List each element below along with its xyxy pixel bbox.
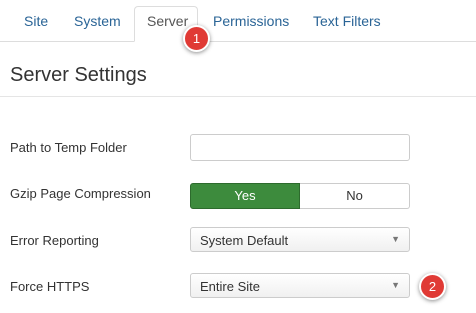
error-reporting-label: Error Reporting <box>10 233 99 248</box>
section-divider <box>0 96 476 97</box>
tab-text-filters[interactable]: Text Filters <box>313 13 381 29</box>
temp-folder-input[interactable] <box>190 134 410 161</box>
gzip-no-button[interactable]: No <box>300 183 410 209</box>
caret-down-icon: ▼ <box>391 234 400 244</box>
step-badge-2: 2 <box>419 273 446 300</box>
temp-folder-label: Path to Temp Folder <box>10 140 127 155</box>
tab-permissions[interactable]: Permissions <box>213 13 289 29</box>
gzip-yes-button[interactable]: Yes <box>190 183 300 209</box>
force-https-value: Entire Site <box>200 279 260 294</box>
caret-down-icon: ▼ <box>391 280 400 290</box>
tab-server-label: Server <box>147 13 189 29</box>
tab-bar-divider <box>0 41 476 42</box>
gzip-label: Gzip Page Compression <box>10 186 151 201</box>
error-reporting-select[interactable]: System Default ▼ <box>190 227 410 252</box>
section-title: Server Settings <box>10 64 147 86</box>
step-badge-1: 1 <box>183 25 210 52</box>
force-https-label: Force HTTPS <box>10 279 90 294</box>
tab-bar: Site System Server Permissions Text Filt… <box>0 0 476 42</box>
error-reporting-value: System Default <box>200 233 289 248</box>
tab-system[interactable]: System <box>74 13 121 29</box>
gzip-toggle: Yes No <box>190 183 410 209</box>
tab-site[interactable]: Site <box>24 13 48 29</box>
force-https-select[interactable]: Entire Site ▼ <box>190 273 410 298</box>
